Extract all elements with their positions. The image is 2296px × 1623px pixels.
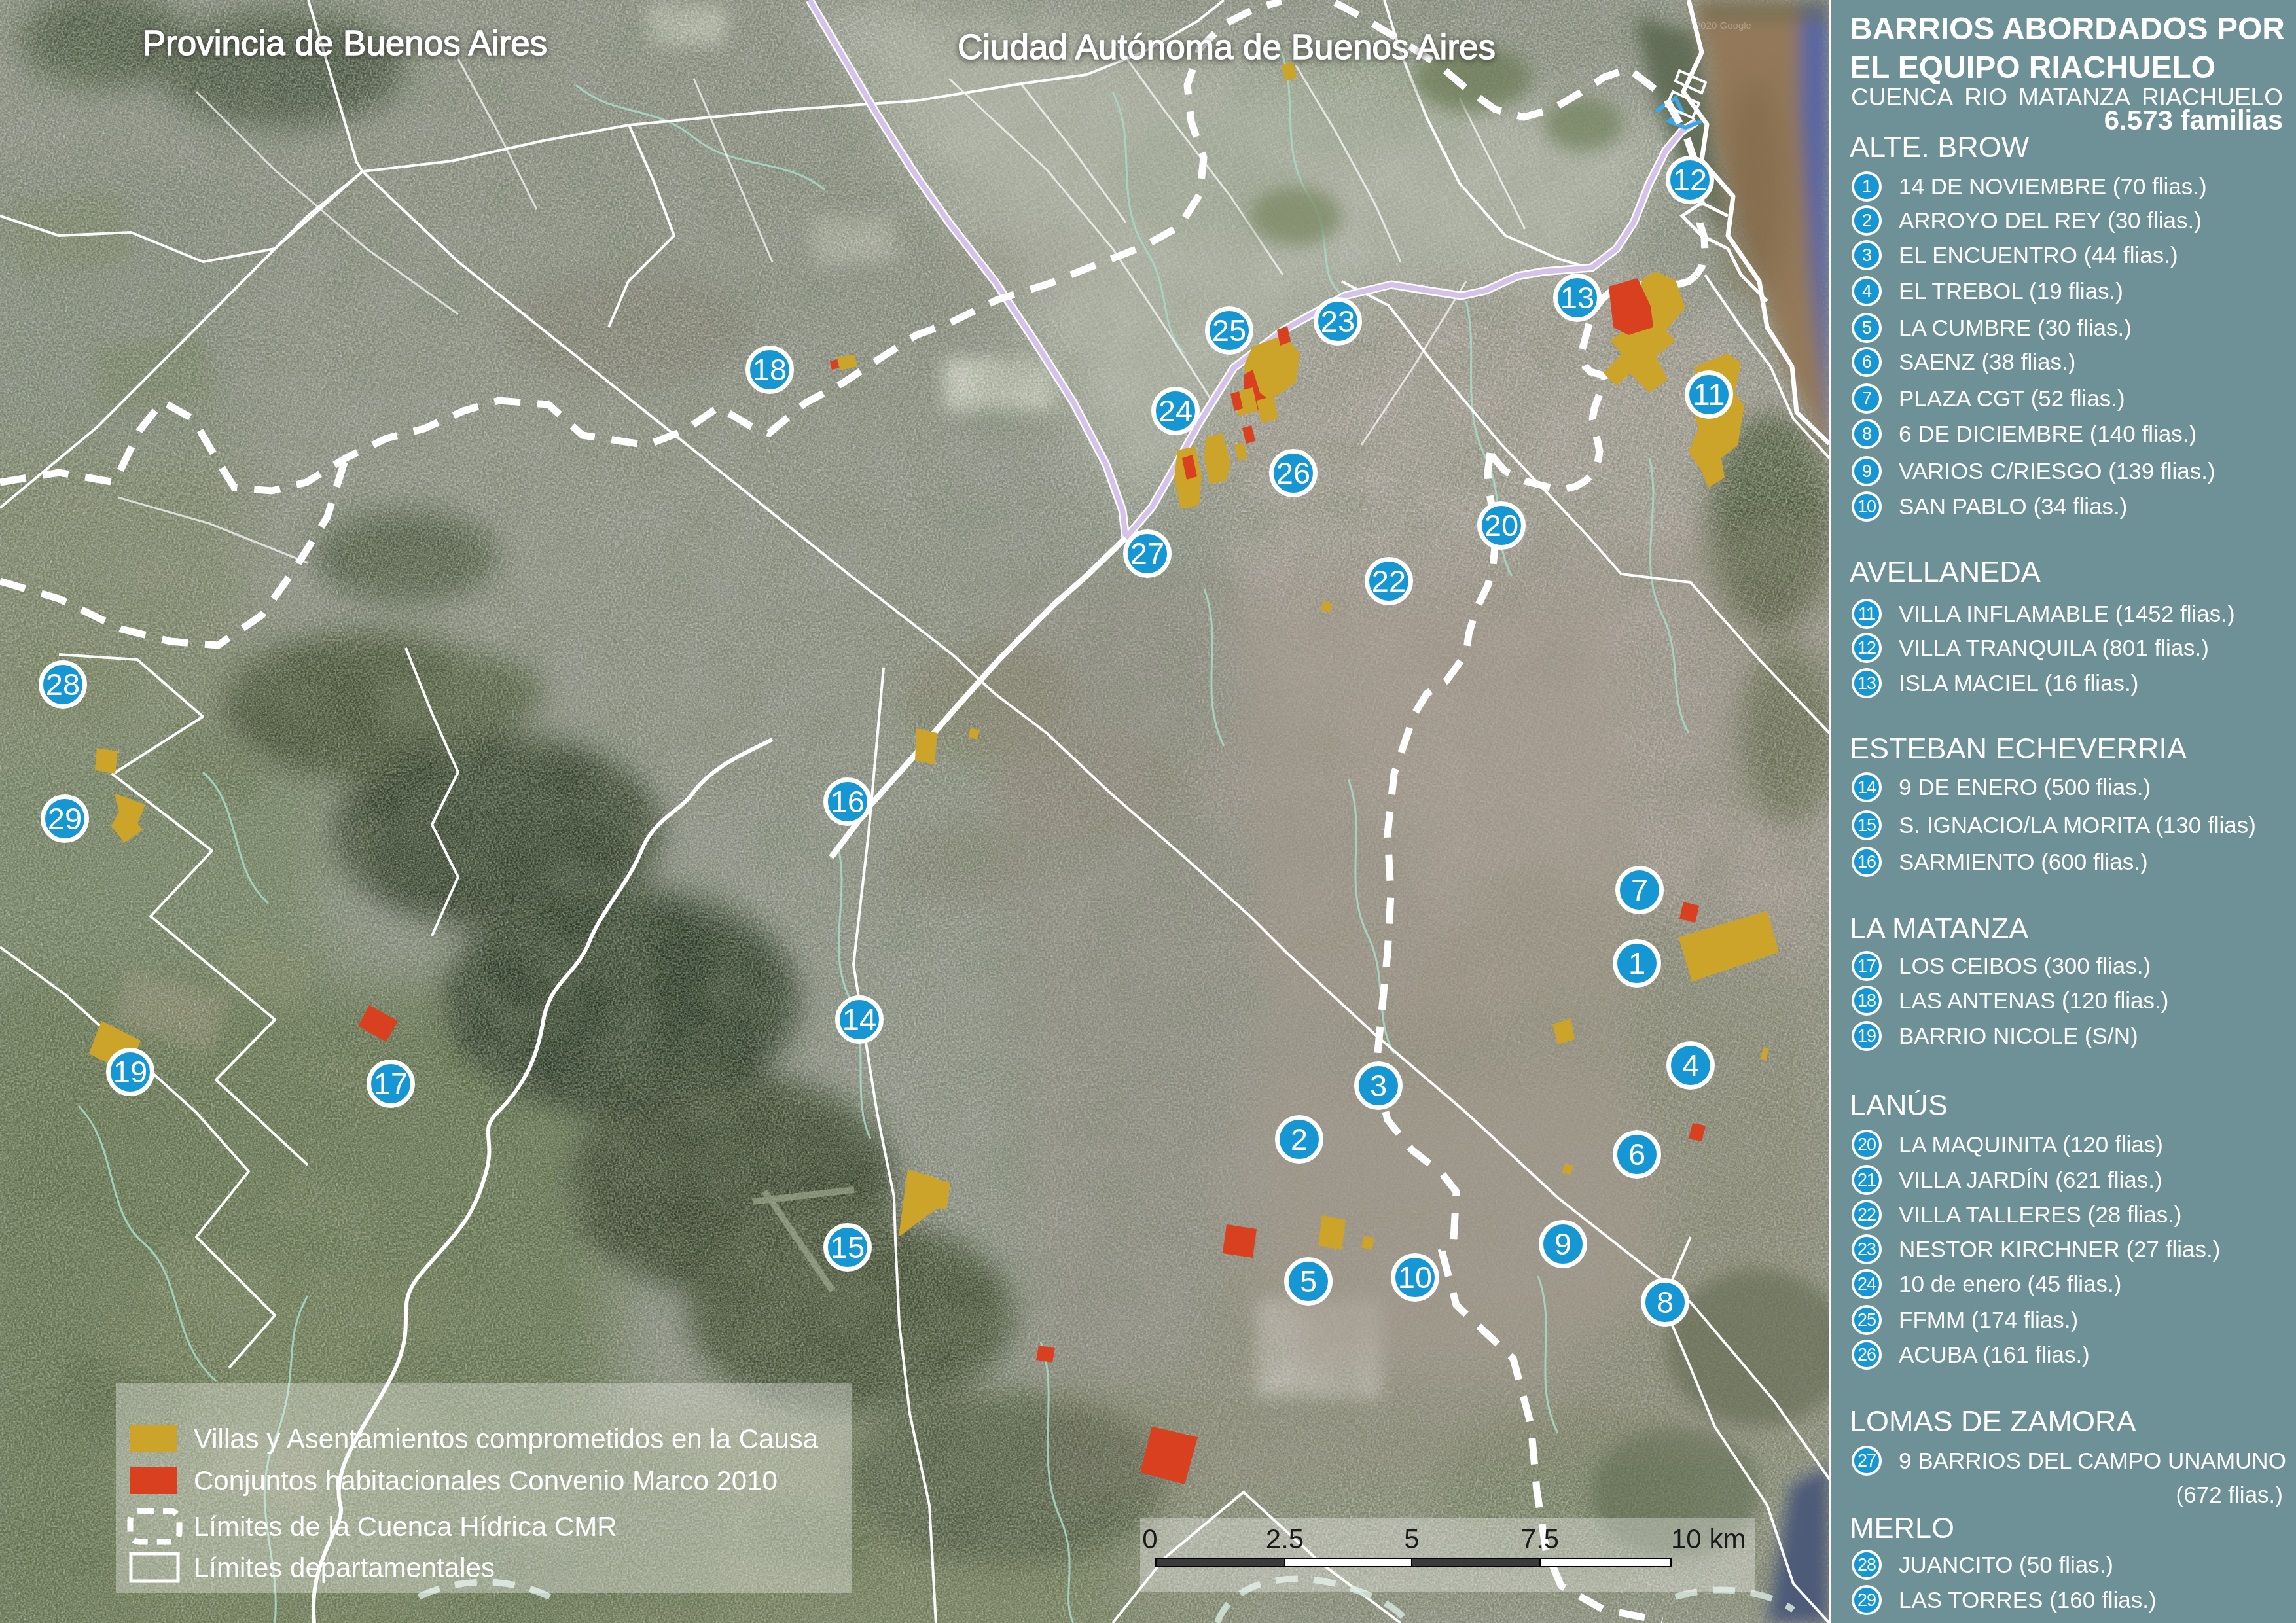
svg-text:Provincia de Buenos Aires: Provincia de Buenos Aires: [143, 24, 548, 62]
svg-text:18: 18: [753, 352, 787, 387]
svg-text:2.5: 2.5: [1266, 1524, 1304, 1554]
svg-text:11: 11: [1693, 377, 1725, 412]
svg-text:8: 8: [1657, 1285, 1674, 1319]
svg-text:Villas y Asentamientos comprom: Villas y Asentamientos comprometidos en …: [194, 1423, 819, 1454]
svg-text:24: 24: [1158, 393, 1193, 428]
svg-text:Límites departamentales: Límites departamentales: [194, 1552, 495, 1583]
svg-text:19: 19: [113, 1054, 147, 1089]
svg-text:9: 9: [1554, 1226, 1571, 1261]
svg-text:25: 25: [1212, 313, 1246, 348]
svg-text:6: 6: [1628, 1137, 1645, 1171]
svg-text:7: 7: [1631, 872, 1648, 907]
svg-text:26: 26: [1276, 455, 1310, 490]
svg-text:27: 27: [1130, 536, 1164, 571]
svg-text:4: 4: [1682, 1048, 1699, 1082]
svg-text:12: 12: [1673, 162, 1707, 197]
svg-text:15: 15: [831, 1230, 865, 1264]
svg-text:29: 29: [48, 801, 82, 836]
svg-text:10: 10: [1398, 1260, 1432, 1294]
svg-text:5: 5: [1300, 1264, 1317, 1298]
svg-text:10 km: 10 km: [1671, 1524, 1746, 1554]
svg-text:0: 0: [1142, 1524, 1157, 1554]
svg-text:13: 13: [1560, 280, 1594, 315]
svg-text:28: 28: [46, 667, 80, 702]
svg-text:2: 2: [1291, 1122, 1308, 1156]
svg-text:2020 Google: 2020 Google: [1695, 20, 1751, 31]
svg-text:20: 20: [1484, 508, 1518, 543]
svg-text:7.5: 7.5: [1521, 1524, 1559, 1554]
svg-text:22: 22: [1372, 563, 1406, 598]
svg-text:5: 5: [1404, 1524, 1419, 1554]
svg-text:1: 1: [1628, 946, 1645, 980]
svg-text:16: 16: [831, 784, 865, 819]
svg-text:23: 23: [1321, 304, 1355, 338]
svg-text:3: 3: [1370, 1068, 1387, 1103]
svg-text:Límites de la Cuenca Hídrica C: Límites de la Cuenca Hídrica CMR: [194, 1511, 617, 1542]
svg-text:Ciudad Autónoma de Buenos Aire: Ciudad Autónoma de Buenos Aires: [958, 27, 1496, 66]
svg-text:17: 17: [374, 1066, 408, 1101]
svg-text:Conjuntos habitacionales Conve: Conjuntos habitacionales Convenio Marco …: [194, 1465, 778, 1496]
svg-text:14: 14: [842, 1002, 876, 1037]
